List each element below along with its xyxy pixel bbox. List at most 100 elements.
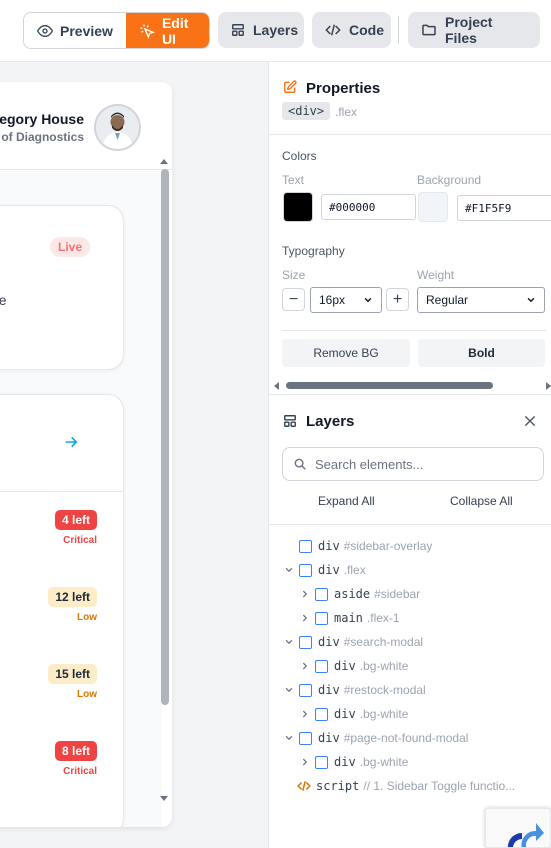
layer-tree-node[interactable]: div #page-not-found-modal bbox=[281, 728, 468, 748]
project-files-button[interactable]: Project Files bbox=[408, 12, 540, 48]
layer-tree-node[interactable]: div #restock-modal bbox=[281, 680, 426, 700]
layer-tree-node[interactable]: div .bg-white bbox=[297, 752, 408, 772]
code-icon bbox=[297, 779, 311, 793]
mode-toggle: Preview Edit UI bbox=[23, 12, 210, 49]
bold-button[interactable]: Bold bbox=[418, 339, 545, 367]
layer-selector: #restock-modal bbox=[343, 683, 426, 697]
chevron-down-icon[interactable] bbox=[281, 637, 297, 647]
layer-tag: div bbox=[318, 731, 340, 745]
edit-ui-label: Edit UI bbox=[161, 14, 189, 47]
layer-selector: #sidebar bbox=[374, 587, 421, 601]
layer-tree-node[interactable]: main .flex-1 bbox=[297, 608, 400, 628]
layers-title: Layers bbox=[306, 413, 355, 430]
size-increase-button[interactable]: + bbox=[386, 288, 409, 311]
stock-item[interactable]: 8 left Critical bbox=[0, 741, 123, 801]
background-color-input[interactable]: #F1F5F9 bbox=[457, 195, 551, 221]
layer-checkbox[interactable] bbox=[299, 731, 312, 745]
preview-app: egory House of Diagnostics Live ue bbox=[0, 82, 172, 827]
background-color-swatch[interactable] bbox=[418, 192, 448, 222]
layer-selector: .bg-white bbox=[359, 707, 409, 721]
colors-label: Colors bbox=[282, 149, 317, 163]
layer-tree-node[interactable]: script// 1. Sidebar Toggle functio... bbox=[281, 776, 515, 796]
text-color-swatch[interactable] bbox=[283, 192, 313, 222]
layers-button[interactable]: Layers bbox=[218, 12, 304, 48]
expand-all-button[interactable]: Expand All bbox=[318, 494, 375, 508]
chevron-down-icon bbox=[363, 295, 373, 305]
layer-selector: .bg-white bbox=[359, 659, 409, 673]
preview-button[interactable]: Preview bbox=[24, 13, 126, 48]
layer-tree-node[interactable]: aside #sidebar bbox=[297, 584, 420, 604]
layer-checkbox[interactable] bbox=[315, 587, 328, 601]
stock-level: Low bbox=[77, 612, 97, 623]
stock-item[interactable]: 4 left Critical bbox=[0, 510, 123, 570]
size-select[interactable]: 16px bbox=[310, 287, 382, 313]
layer-tag: script bbox=[316, 779, 360, 793]
chevron-down-icon bbox=[526, 295, 536, 305]
stock-item[interactable]: 15 left Low bbox=[0, 664, 123, 724]
layout-icon bbox=[231, 23, 245, 37]
stock-count-badge: 12 left bbox=[48, 587, 97, 607]
layer-tree-node[interactable]: div .bg-white bbox=[297, 656, 408, 676]
text-color-label: Text bbox=[282, 173, 305, 187]
stock-level: Critical bbox=[63, 535, 97, 546]
weight-value: Regular bbox=[426, 293, 469, 307]
chevron-right-icon[interactable] bbox=[297, 589, 313, 599]
layer-checkbox[interactable] bbox=[315, 755, 328, 769]
layer-checkbox[interactable] bbox=[299, 539, 312, 553]
layer-selector: .flex-1 bbox=[366, 611, 400, 625]
recaptcha-badge[interactable] bbox=[485, 808, 551, 848]
layer-selector: // 1. Sidebar Toggle functio... bbox=[363, 779, 516, 793]
layer-checkbox[interactable] bbox=[299, 563, 312, 577]
stock-item[interactable]: 12 left Low bbox=[0, 587, 123, 647]
stock-count-badge: 8 left bbox=[54, 741, 97, 761]
collapse-all-button[interactable]: Collapse All bbox=[450, 494, 513, 508]
text-color-input[interactable]: #000000 bbox=[321, 194, 416, 220]
layer-tag: main bbox=[334, 611, 363, 625]
layer-checkbox[interactable] bbox=[315, 707, 328, 721]
code-label: Code bbox=[349, 22, 384, 38]
layer-tag: div bbox=[334, 707, 356, 721]
app-body: Live ue 4 left Critical 12 left Low bbox=[0, 171, 162, 827]
chevron-right-icon[interactable] bbox=[297, 661, 313, 671]
layer-tag: div bbox=[318, 683, 340, 697]
chevron-right-icon[interactable] bbox=[297, 709, 313, 719]
layer-checkbox[interactable] bbox=[315, 659, 328, 673]
folder-icon bbox=[421, 22, 437, 38]
layer-tag: div bbox=[334, 755, 356, 769]
layers-label: Layers bbox=[253, 22, 299, 38]
divider bbox=[282, 330, 546, 331]
chevron-right-icon[interactable] bbox=[297, 757, 313, 767]
chevron-down-icon[interactable] bbox=[281, 733, 297, 743]
chevron-down-icon[interactable] bbox=[281, 685, 297, 695]
close-icon[interactable] bbox=[523, 414, 537, 428]
edit-icon bbox=[283, 80, 297, 94]
search-input[interactable]: Search elements... bbox=[282, 447, 544, 481]
edit-ui-button[interactable]: Edit UI bbox=[125, 13, 209, 48]
properties-scrollbar-thumb[interactable] bbox=[286, 382, 493, 389]
size-decrease-button[interactable]: − bbox=[282, 288, 305, 311]
layer-checkbox[interactable] bbox=[315, 611, 328, 625]
layer-checkbox[interactable] bbox=[299, 635, 312, 649]
preview-scrollbar-thumb[interactable] bbox=[161, 169, 169, 705]
layer-tag: div bbox=[318, 563, 340, 577]
chevron-right-icon[interactable] bbox=[297, 613, 313, 623]
arrow-right-icon[interactable] bbox=[63, 434, 79, 450]
code-button[interactable]: Code bbox=[312, 12, 391, 48]
layer-tree-node[interactable]: div .flex bbox=[281, 560, 366, 580]
layer-tree-node[interactable]: div #sidebar-overlay bbox=[281, 536, 432, 556]
stock-count-badge: 4 left bbox=[54, 510, 97, 530]
layer-tree-node[interactable]: div .bg-white bbox=[297, 704, 408, 724]
chevron-down-icon[interactable] bbox=[281, 565, 297, 575]
avatar[interactable] bbox=[94, 104, 141, 151]
top-toolbar: Preview Edit UI Layers Code Project File… bbox=[0, 0, 551, 62]
cursor-click-icon bbox=[139, 23, 155, 39]
layer-checkbox[interactable] bbox=[299, 683, 312, 697]
inspector-panel: Properties <div> .flex Colors Text Backg… bbox=[268, 62, 551, 848]
size-label: Size bbox=[282, 268, 306, 282]
weight-select[interactable]: Regular bbox=[417, 287, 545, 313]
remove-bg-button[interactable]: Remove BG bbox=[282, 339, 410, 367]
layer-selector: #sidebar-overlay bbox=[343, 539, 433, 553]
stock-level: Critical bbox=[63, 766, 97, 777]
layer-tree-node[interactable]: div #search-modal bbox=[281, 632, 423, 652]
background-color-label: Background bbox=[417, 173, 482, 187]
